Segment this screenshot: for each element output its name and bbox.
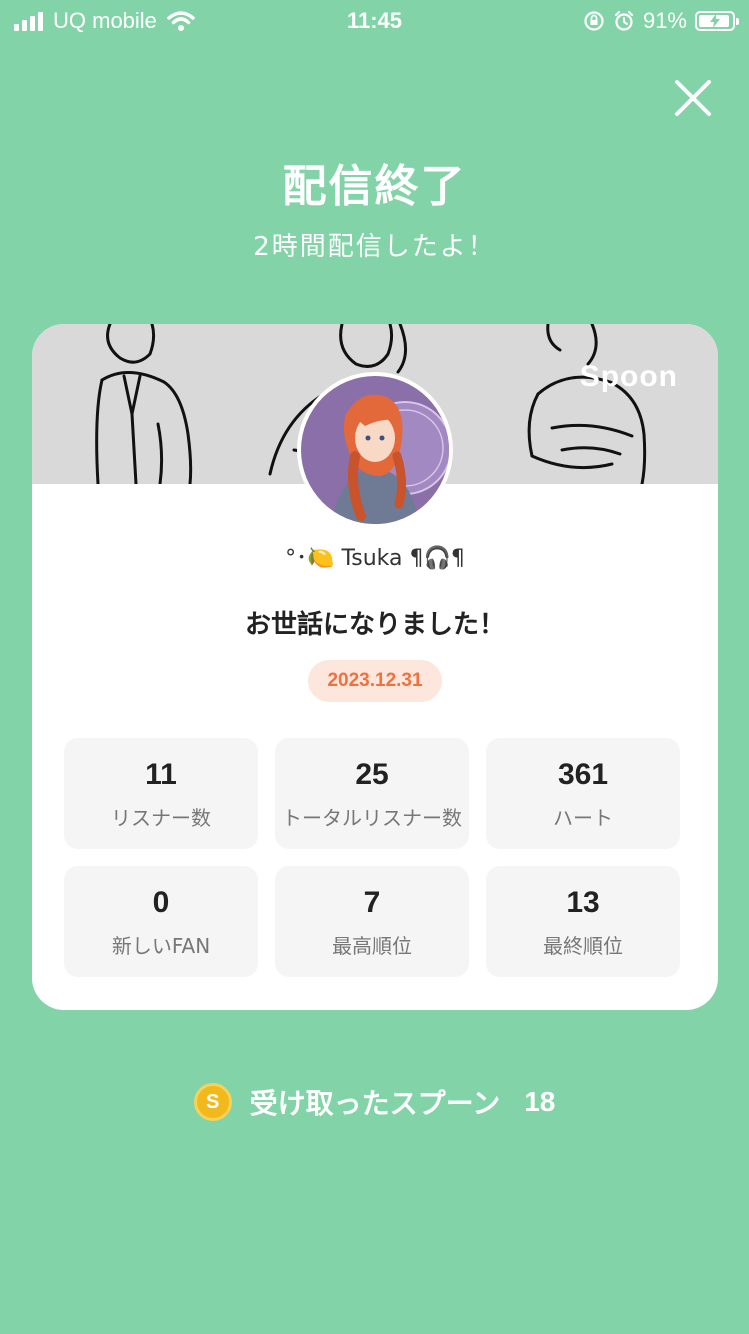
received-spoons: S 受け取ったスプーン 18 bbox=[0, 1082, 749, 1122]
stat-listeners: 11 リスナー数 bbox=[64, 738, 258, 849]
stat-new-fans: 0 新しいFAN bbox=[64, 866, 258, 977]
battery-icon bbox=[695, 11, 739, 31]
farewell-message: お世話になりました！ bbox=[244, 610, 505, 640]
stat-label: 最高順位 bbox=[332, 934, 412, 958]
battery-percent: 91% bbox=[642, 8, 687, 33]
received-spoons-count: 18 bbox=[524, 1086, 556, 1117]
status-bar: UQ mobile 11:45 91% bbox=[0, 0, 749, 42]
avatar[interactable] bbox=[297, 372, 453, 528]
rotation-lock-icon bbox=[584, 11, 604, 31]
stat-value: 25 bbox=[355, 758, 389, 791]
close-button[interactable] bbox=[673, 78, 713, 118]
page-subtitle: 2時間配信したよ！ bbox=[253, 232, 496, 262]
stat-label: リスナー数 bbox=[111, 806, 211, 830]
stat-label: ハート bbox=[553, 806, 613, 830]
user-name: °･🍋 Tsuka ¶🎧¶ bbox=[285, 546, 465, 571]
close-icon bbox=[675, 80, 711, 116]
stat-value: 0 bbox=[152, 886, 170, 919]
page-title: 配信終了 bbox=[282, 161, 467, 212]
stat-label: 新しいFAN bbox=[111, 934, 211, 958]
alarm-icon bbox=[614, 10, 634, 31]
received-spoons-label: 受け取ったスプーン bbox=[249, 1087, 501, 1120]
stat-hearts: 361 ハート bbox=[486, 738, 680, 849]
stat-label: トータルリスナー数 bbox=[282, 806, 462, 830]
avatar-image bbox=[301, 376, 449, 524]
stats-grid: 11 リスナー数 25 トータルリスナー数 361 ハート 0 新しいFAN 7… bbox=[64, 738, 680, 977]
stat-label: 最終順位 bbox=[543, 934, 623, 958]
stat-value: 7 bbox=[363, 886, 381, 919]
stat-final-rank: 13 最終順位 bbox=[486, 866, 680, 977]
spoon-coin-icon: S bbox=[193, 1083, 232, 1121]
spoon-logo: Spoon bbox=[579, 360, 678, 393]
stat-value: 361 bbox=[557, 758, 609, 791]
stat-value: 11 bbox=[145, 758, 177, 791]
date-badge: 2023.12.31 bbox=[308, 660, 442, 702]
stat-total-listeners: 25 トータルリスナー数 bbox=[275, 738, 469, 849]
summary-card: Spoon °･🍋 Tsuka ¶🎧¶ お世話になりました！ 2023.12.3… bbox=[32, 324, 718, 1010]
stat-value: 13 bbox=[566, 886, 600, 919]
status-right: 91% bbox=[583, 8, 739, 34]
stat-best-rank: 7 最高順位 bbox=[275, 866, 469, 977]
